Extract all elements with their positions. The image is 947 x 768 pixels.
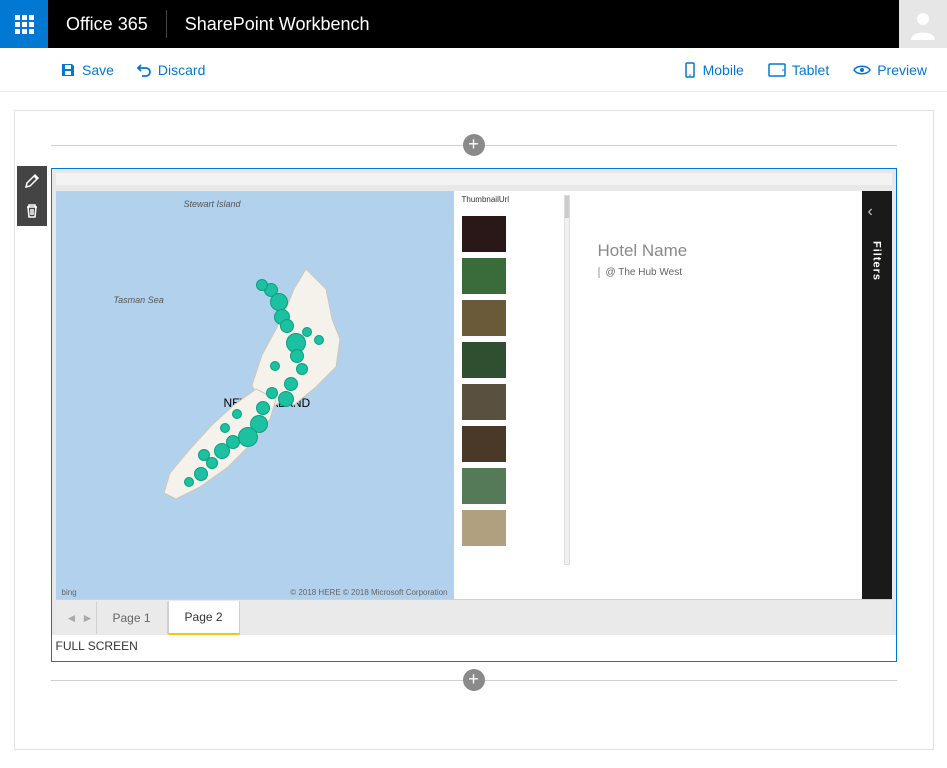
undo-icon	[136, 62, 152, 78]
user-avatar[interactable]	[899, 0, 947, 48]
detail-subtitle: @ The Hub West	[598, 267, 852, 278]
discard-button[interactable]: Discard	[136, 62, 205, 78]
brand-label: Office 365	[48, 14, 166, 35]
page-next-button[interactable]: ►	[80, 611, 96, 625]
tablet-view-button[interactable]: Tablet	[768, 62, 829, 78]
bing-logo: bing	[62, 588, 77, 597]
preview-button[interactable]: Preview	[853, 62, 927, 78]
command-bar: Save Discard Mobile Tablet Preview	[0, 48, 947, 92]
workbench-canvas-wrap: + Stewart Island Tasman	[0, 92, 947, 768]
chevron-left-icon: ‹	[868, 203, 873, 221]
thumbnail-item[interactable]	[462, 384, 506, 420]
pbi-page-bar: ◄ ► Page 1 Page 2	[56, 599, 892, 635]
mobile-label: Mobile	[703, 62, 744, 78]
workbench-canvas: + Stewart Island Tasman	[14, 110, 934, 750]
pbi-report-header-strip	[56, 173, 892, 185]
edit-webpart-button[interactable]	[17, 166, 47, 196]
tablet-icon	[768, 63, 786, 77]
detail-card-visual: Hotel Name @ The Hub West	[572, 191, 862, 599]
mobile-icon	[683, 62, 697, 78]
save-label: Save	[82, 62, 114, 78]
eye-icon	[853, 64, 871, 76]
map-copyright: © 2018 HERE © 2018 Microsoft Corporation	[290, 588, 447, 597]
trash-icon	[24, 203, 40, 219]
tablet-label: Tablet	[792, 62, 829, 78]
page-tab-1[interactable]: Page 1	[96, 602, 168, 634]
section-divider-top: +	[51, 145, 897, 146]
global-header: Office 365 SharePoint Workbench	[0, 0, 947, 48]
thumbnail-item[interactable]	[462, 426, 506, 462]
app-launcher[interactable]	[0, 0, 48, 48]
thumbnail-scrollbar[interactable]	[564, 195, 570, 565]
preview-label: Preview	[877, 62, 927, 78]
page-prev-button[interactable]: ◄	[64, 611, 80, 625]
page-nav: ◄ ►	[64, 611, 96, 625]
person-icon	[907, 8, 939, 40]
thumbnail-column-header: ThumbnailUrl	[462, 195, 572, 204]
waffle-icon	[15, 15, 34, 34]
thumbnail-item[interactable]	[462, 300, 506, 336]
pbi-report-body: Stewart Island Tasman Sea NEW ZEALAND	[56, 191, 892, 599]
nz-landmass	[156, 269, 366, 505]
thumbnail-item[interactable]	[462, 342, 506, 378]
save-icon	[60, 62, 76, 78]
section-divider-bottom: +	[51, 680, 897, 681]
detail-title: Hotel Name	[598, 241, 852, 261]
webpart-toolbar	[17, 166, 47, 226]
thumbnail-item[interactable]	[462, 216, 506, 252]
add-webpart-button-bottom[interactable]: +	[463, 669, 485, 691]
filters-panel[interactable]: ‹ Filters	[862, 191, 892, 599]
product-label: SharePoint Workbench	[167, 14, 388, 35]
pencil-icon	[24, 173, 40, 189]
fullscreen-link[interactable]: FULL SCREEN	[52, 635, 896, 661]
delete-webpart-button[interactable]	[17, 196, 47, 226]
powerbi-embed: Stewart Island Tasman Sea NEW ZEALAND	[52, 169, 896, 635]
add-webpart-button-top[interactable]: +	[463, 134, 485, 156]
thumbnail-item[interactable]	[462, 258, 506, 294]
map-island-label: Stewart Island	[184, 199, 241, 209]
webpart-container: Stewart Island Tasman Sea NEW ZEALAND	[51, 168, 897, 662]
save-button[interactable]: Save	[60, 62, 114, 78]
discard-label: Discard	[158, 62, 205, 78]
thumbnail-item[interactable]	[462, 468, 506, 504]
thumbnail-item[interactable]	[462, 510, 506, 546]
thumbnail-list-visual[interactable]: ThumbnailUrl	[454, 191, 572, 599]
mobile-view-button[interactable]: Mobile	[683, 62, 744, 78]
map-visual[interactable]: Stewart Island Tasman Sea NEW ZEALAND	[56, 191, 454, 599]
page-tab-2[interactable]: Page 2	[168, 601, 240, 635]
webpart-frame: Stewart Island Tasman Sea NEW ZEALAND	[51, 168, 897, 662]
filters-panel-label: Filters	[871, 241, 883, 281]
